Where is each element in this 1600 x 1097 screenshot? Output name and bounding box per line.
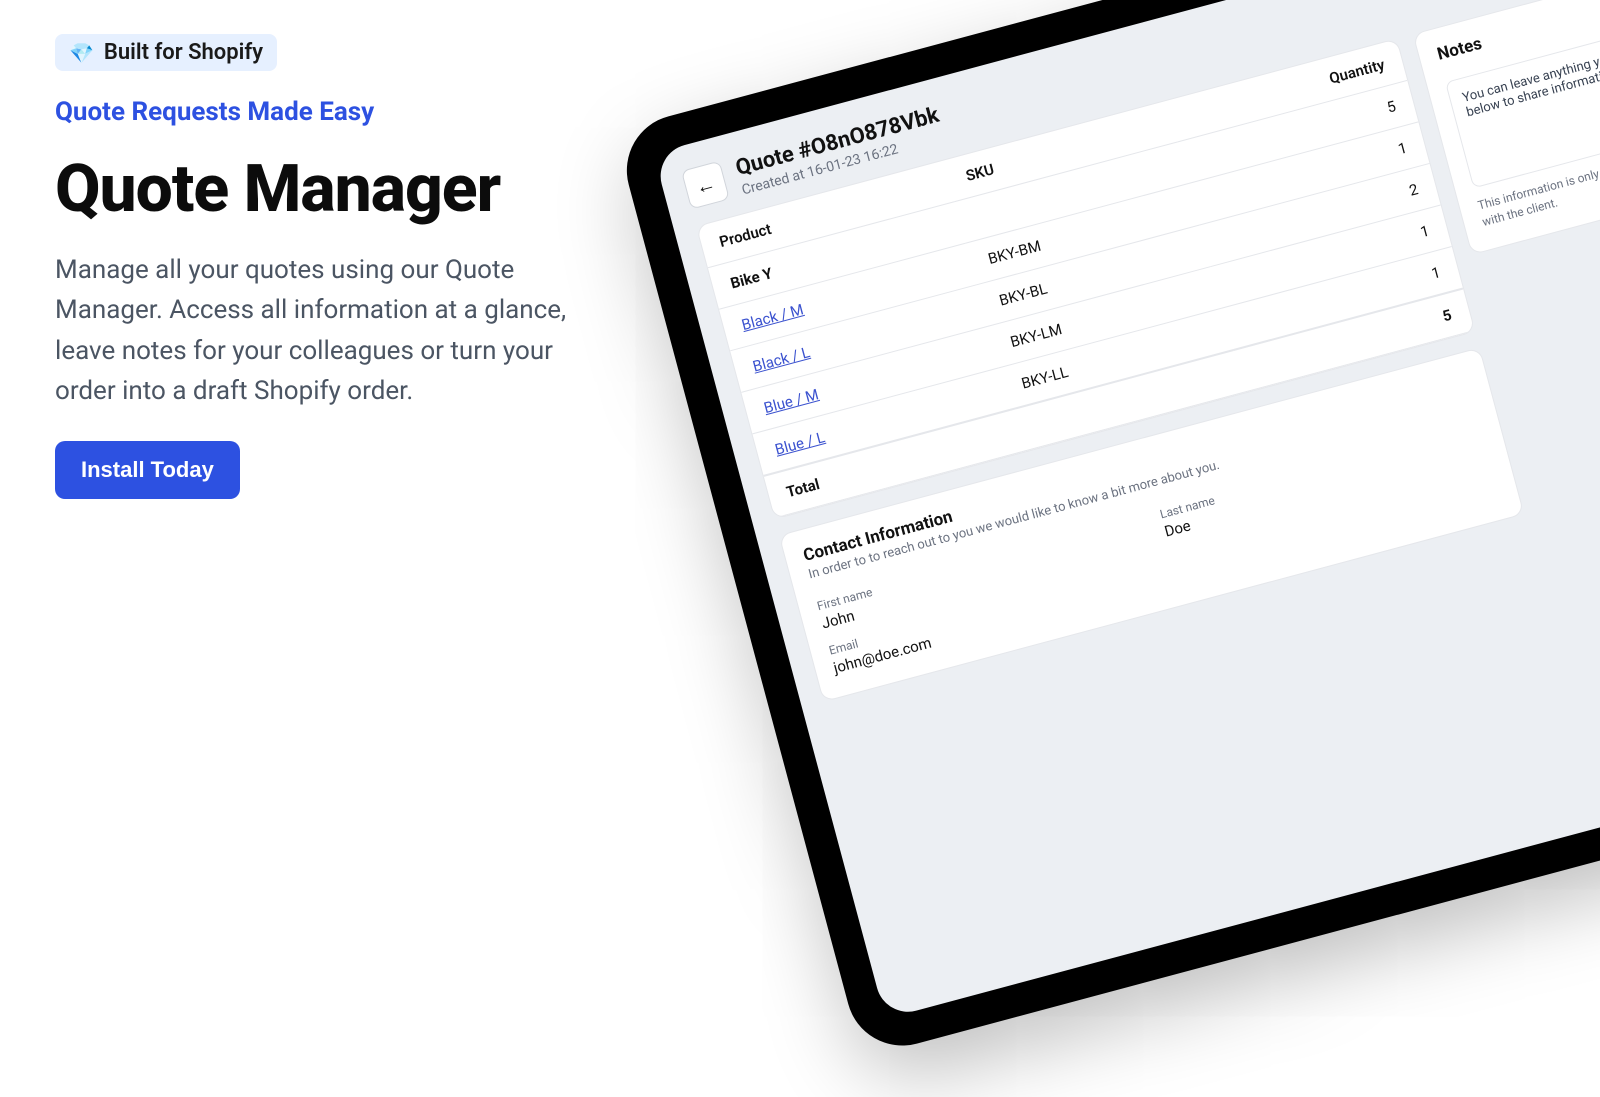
shopify-badge: 💎 Built for Shopify bbox=[55, 34, 277, 71]
diamond-icon: 💎 bbox=[69, 41, 94, 65]
arrow-left-icon: ← bbox=[693, 170, 719, 199]
tagline: Quote Requests Made Easy bbox=[55, 97, 615, 127]
install-button[interactable]: Install Today bbox=[55, 441, 240, 499]
variant-link[interactable]: Blue / L bbox=[773, 428, 827, 459]
variant-link[interactable]: Blue / M bbox=[762, 385, 821, 417]
back-button[interactable]: ← bbox=[681, 161, 730, 210]
lead-copy: Manage all your quotes using our Quote M… bbox=[55, 250, 615, 411]
shopify-badge-label: Built for Shopify bbox=[104, 40, 263, 65]
variant-link[interactable]: Black / M bbox=[740, 300, 806, 334]
page-title: Quote Manager bbox=[55, 151, 615, 228]
variant-link[interactable]: Black / L bbox=[751, 343, 812, 375]
tablet-mockup: ← Quote #O8nO878Vbk Created at 16-01-23 … bbox=[614, 0, 1600, 1097]
